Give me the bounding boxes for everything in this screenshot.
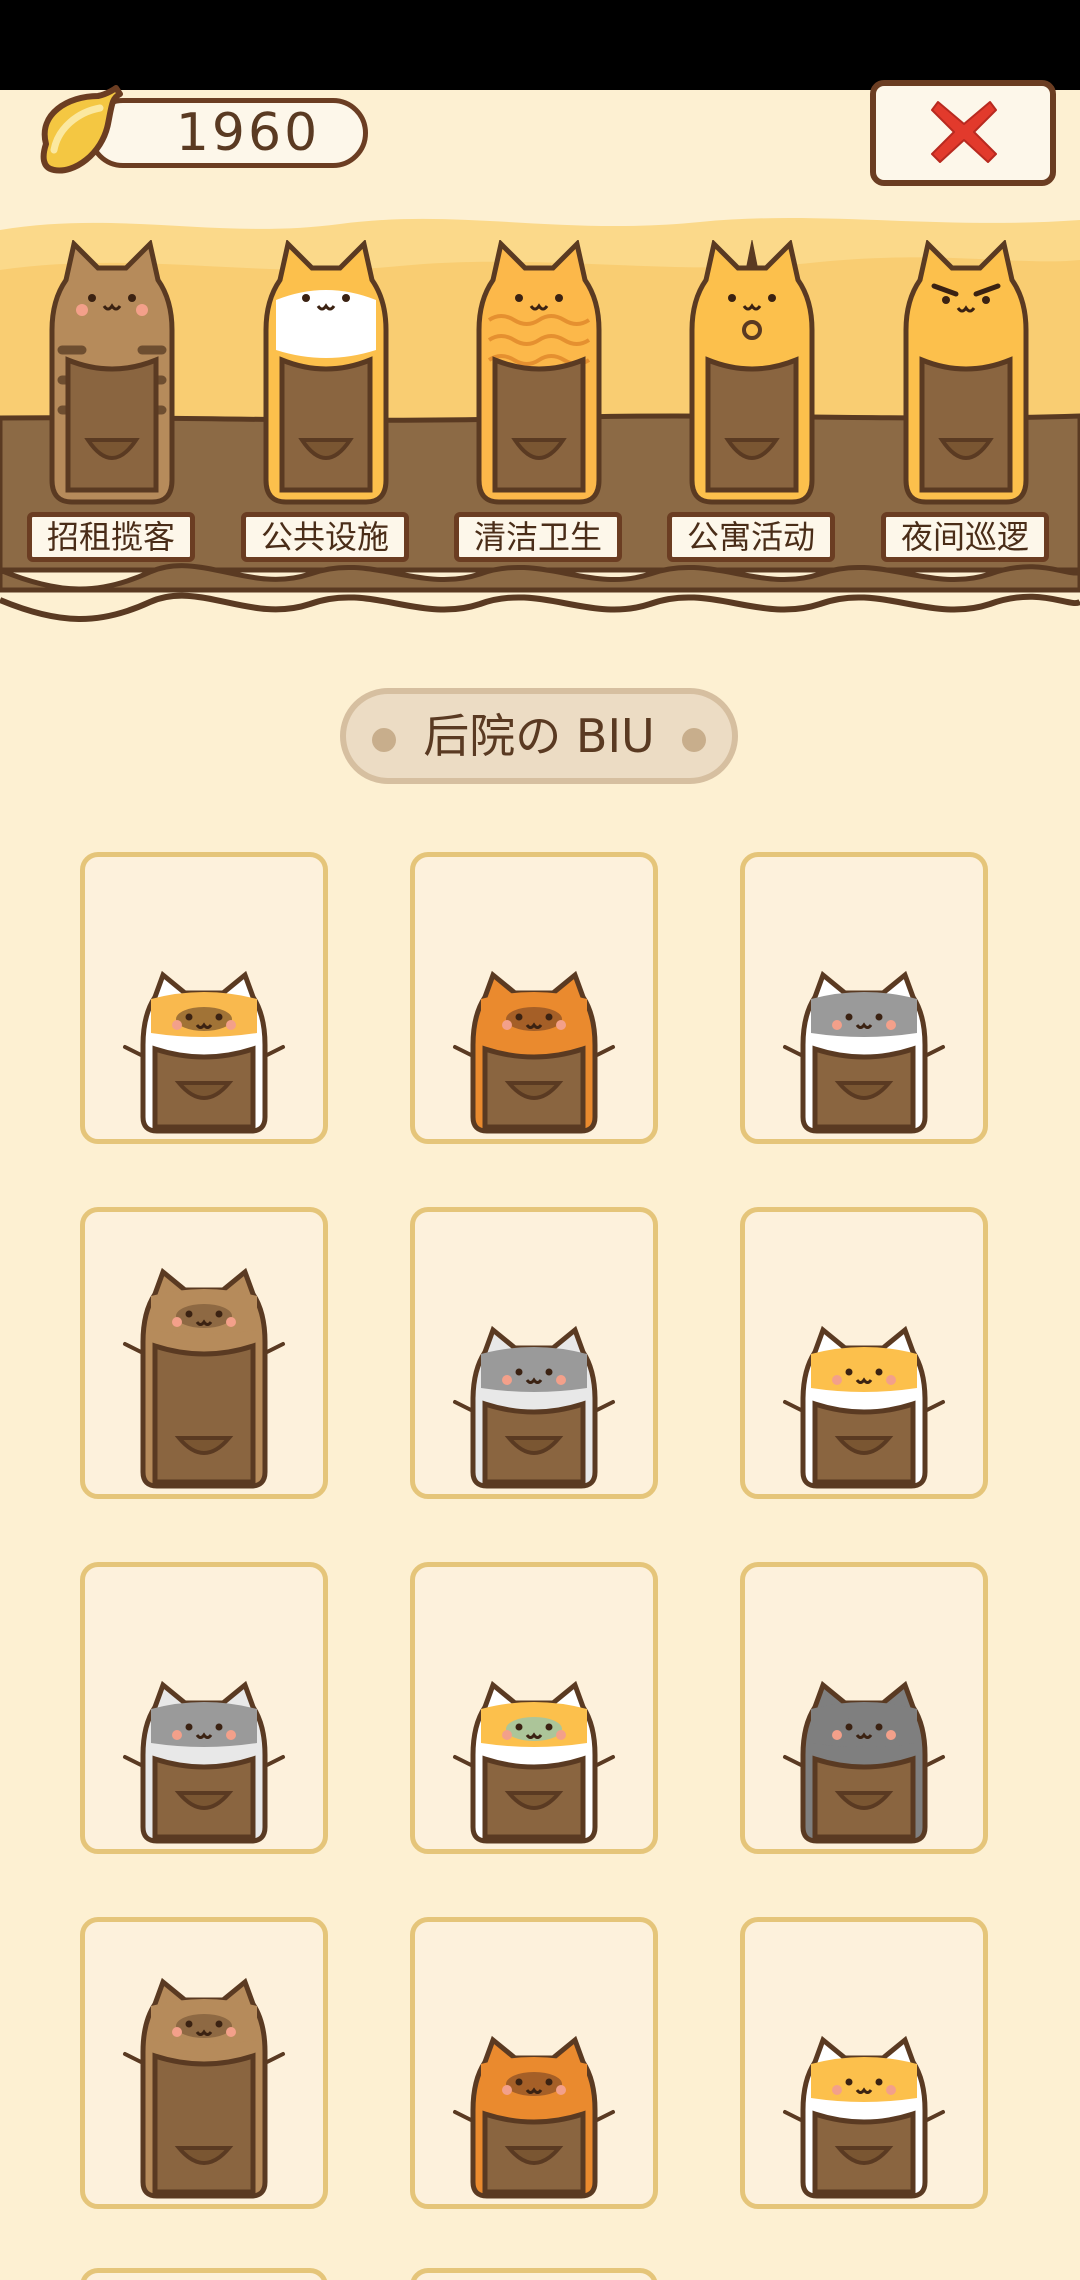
status-bar <box>0 0 1080 90</box>
cat-mascot-icon <box>263 240 389 505</box>
cat-card[interactable] <box>740 1562 988 1854</box>
banana-icon <box>40 85 123 174</box>
cat-mascot-icon <box>689 240 815 505</box>
dept-facilities[interactable]: 公共设施 <box>236 240 416 562</box>
cat-card-partial[interactable] <box>80 2268 328 2280</box>
cat-card[interactable] <box>410 1917 658 2209</box>
dept-activities[interactable]: 公寓活动 <box>662 240 842 562</box>
bow-cat-icon <box>453 1680 615 1844</box>
cat-card[interactable] <box>410 1207 658 1499</box>
close-x-icon <box>931 101 997 163</box>
cat-mascot-icon <box>49 240 175 505</box>
grey-masked-cat-icon <box>783 970 945 1134</box>
dept-label: 公寓活动 <box>667 512 835 562</box>
cat-card[interactable] <box>410 1562 658 1854</box>
cat-card[interactable] <box>80 852 328 1144</box>
cat-card[interactable] <box>80 1207 328 1499</box>
cat-card[interactable] <box>740 852 988 1144</box>
department-row: 招租揽客 公共设施 清洁卫生 公寓活动 夜间巡逻 <box>0 200 1080 650</box>
dept-cleaning[interactable]: 清洁卫生 <box>449 240 629 562</box>
cat-mascot-icon <box>903 240 1029 505</box>
brown-tabby-tall-cat-2-icon <box>123 1977 285 2199</box>
title-dot-icon <box>372 728 396 752</box>
cat-card[interactable] <box>740 1917 988 2209</box>
banana-count: 1960 <box>175 103 321 163</box>
brown-tabby-tall-cat-icon <box>123 1267 285 1489</box>
grey-white-cat-icon <box>453 1325 615 1489</box>
dept-recruiting[interactable]: 招租揽客 <box>22 240 202 562</box>
dept-label: 招租揽客 <box>27 512 195 562</box>
cat-card[interactable] <box>80 1562 328 1854</box>
cat-mascot-icon <box>476 240 602 505</box>
cat-card-partial[interactable] <box>410 2268 658 2280</box>
hat-cat-icon <box>783 1325 945 1489</box>
calico-cat-icon <box>123 970 285 1134</box>
cat-card[interactable] <box>740 1207 988 1499</box>
close-button[interactable] <box>870 80 1056 186</box>
banana-counter: 1960 <box>28 85 378 180</box>
dept-patrol[interactable]: 夜间巡逻 <box>876 240 1056 562</box>
dept-label: 清洁卫生 <box>454 512 622 562</box>
title-dot-icon <box>682 728 706 752</box>
game-screen: 1960 招租揽客 公共设施 清洁卫生 公寓活动 夜间巡逻 后院の BIU <box>0 0 1080 2280</box>
cat-card[interactable] <box>410 852 658 1144</box>
dept-label: 夜间巡逻 <box>881 512 1049 562</box>
dept-label: 公共设施 <box>241 512 409 562</box>
section-title-text: 后院の BIU <box>423 709 655 763</box>
section-title: 后院の BIU <box>340 688 738 784</box>
orange-tabby-cat-2-icon <box>453 2035 615 2199</box>
cat-card[interactable] <box>80 1917 328 2209</box>
grey-masked-cat-2-icon <box>123 1680 285 1844</box>
dark-grey-cat-icon <box>783 1680 945 1844</box>
orange-tabby-cat-icon <box>453 970 615 1134</box>
yellow-white-cat-icon <box>783 2035 945 2199</box>
